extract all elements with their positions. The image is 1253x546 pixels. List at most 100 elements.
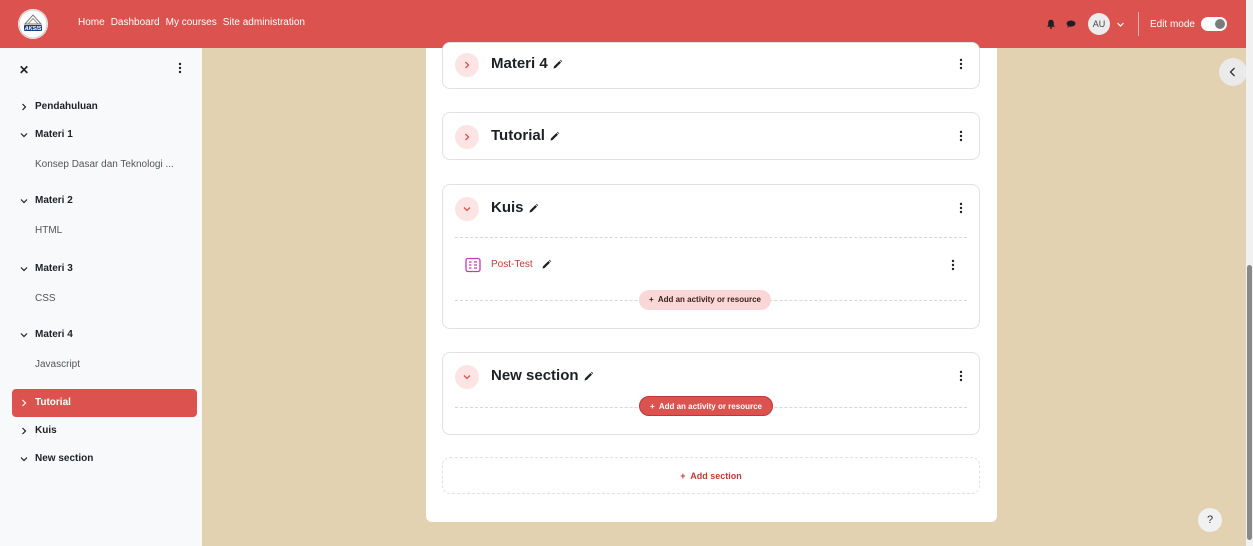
section-kebab-icon[interactable] [959, 58, 963, 70]
sidebar-item-label: Materi 2 [35, 195, 73, 206]
sidebar-item-konsep-dasar[interactable]: Konsep Dasar dan Teknologi ... [12, 152, 197, 178]
sidebar-item-label: Javascript [35, 359, 81, 370]
chevron-down-icon [20, 457, 28, 462]
sidebar-item-label: Materi 4 [35, 329, 73, 340]
sidebar-item-label: HTML [35, 225, 63, 236]
plus-icon: + [650, 402, 655, 411]
edit-pencil-icon[interactable] [541, 259, 552, 270]
sidebar-item-materi-1[interactable]: Materi 1 [12, 122, 197, 148]
sidebar-item-html[interactable]: HTML [12, 218, 197, 244]
nav-dashboard-link[interactable]: Dashboard [111, 17, 160, 28]
section-kebab-icon[interactable] [959, 202, 963, 214]
chevron-down-icon [20, 133, 28, 138]
section-header: Kuis [455, 197, 967, 221]
activity-kebab-icon[interactable] [951, 259, 955, 271]
page-scrollbar[interactable] [1246, 0, 1253, 546]
user-avatar[interactable]: AU [1087, 13, 1110, 35]
add-section-label: Add section [690, 471, 742, 481]
sidebar-item-new-section[interactable]: New section [12, 446, 197, 472]
nav-my-courses-link[interactable]: My courses [166, 17, 217, 28]
sidebar-item-pendahuluan[interactable]: Pendahuluan [12, 94, 197, 120]
section-card-new-section: New section + Add an activity or resourc… [442, 352, 980, 435]
drawer-options-kebab-icon[interactable] [178, 62, 182, 74]
edit-pencil-icon[interactable] [528, 203, 539, 214]
section-title[interactable]: Kuis [491, 199, 539, 216]
sidebar-item-label: Materi 1 [35, 129, 73, 140]
messages-chat-icon[interactable] [1066, 20, 1076, 28]
section-card-tutorial: Tutorial [442, 112, 980, 160]
section-collapse-toggle[interactable] [455, 125, 479, 149]
toggle-knob [1215, 19, 1225, 29]
top-navbar: AKSIS Home Dashboard My courses Site adm… [0, 0, 1253, 48]
plus-icon: + [649, 295, 654, 304]
notifications-bell-icon[interactable] [1046, 19, 1056, 29]
nav-home-link[interactable]: Home [78, 17, 105, 28]
help-button[interactable]: ? [1198, 508, 1222, 532]
section-kebab-icon[interactable] [959, 130, 963, 142]
plus-icon: + [680, 471, 686, 481]
chevron-right-icon [465, 133, 470, 141]
section-collapse-toggle[interactable] [455, 197, 479, 221]
chevron-left-icon [1229, 67, 1235, 77]
section-title[interactable]: Tutorial [491, 127, 560, 144]
edit-mode-label: Edit mode [1149, 18, 1195, 30]
chevron-down-icon[interactable] [1116, 20, 1125, 29]
navbar-divider [1137, 12, 1139, 36]
open-block-drawer-button[interactable] [1219, 58, 1247, 86]
chevron-down-icon [20, 199, 28, 204]
edit-pencil-icon[interactable] [552, 59, 563, 70]
sidebar-item-label: Konsep Dasar dan Teknologi ... [35, 159, 174, 170]
section-header: Materi 4 [455, 53, 967, 77]
chevron-right-icon [22, 399, 27, 407]
section-title-text: New section [491, 367, 579, 384]
nav-site-administration-link[interactable]: Site administration [223, 17, 305, 28]
user-controls: AU Edit mode [1046, 12, 1227, 36]
add-activity-button[interactable]: + Add an activity or resource [639, 396, 773, 416]
section-title-text: Tutorial [491, 127, 545, 144]
sidebar-item-materi-4[interactable]: Materi 4 [12, 322, 197, 348]
section-title-text: Materi 4 [491, 55, 548, 72]
activity-name-link[interactable]: Post-Test [491, 259, 533, 270]
scrollbar-thumb[interactable] [1247, 265, 1252, 540]
chevron-down-icon [463, 375, 471, 380]
site-logo[interactable]: AKSIS [18, 9, 48, 39]
section-kebab-icon[interactable] [959, 370, 963, 382]
section-card-materi-4: Materi 4 [442, 42, 980, 89]
section-title[interactable]: Materi 4 [491, 55, 563, 72]
section-header: Tutorial [455, 125, 967, 149]
course-index-drawer: ✕ Pendahuluan Materi 1 Konsep Dasar dan … [0, 48, 202, 546]
chevron-down-icon [20, 267, 28, 272]
section-title-text: Kuis [491, 199, 524, 216]
sidebar-item-kuis[interactable]: Kuis [12, 418, 197, 444]
add-activity-label: Add an activity or resource [657, 295, 761, 304]
sidebar-item-label: New section [35, 453, 94, 464]
chevron-right-icon [465, 61, 470, 69]
close-drawer-icon[interactable]: ✕ [19, 63, 29, 77]
section-header: New section [455, 365, 967, 389]
add-activity-label: Add an activity or resource [658, 402, 762, 411]
edit-mode-toggle[interactable] [1201, 17, 1227, 31]
sidebar-item-materi-3[interactable]: Materi 3 [12, 256, 197, 282]
chevron-down-icon [463, 207, 471, 212]
logo-text: AKSIS [24, 26, 42, 32]
course-content: Materi 4 Tutorial Kuis Post-Test + Add a… [426, 42, 997, 522]
sidebar-item-javascript[interactable]: Javascript [12, 352, 197, 378]
add-section-button[interactable]: + Add section [442, 457, 980, 494]
edit-pencil-icon[interactable] [549, 131, 560, 142]
sidebar-item-tutorial[interactable]: Tutorial [12, 389, 197, 417]
sidebar-item-css[interactable]: CSS [12, 286, 197, 312]
edit-pencil-icon[interactable] [583, 371, 594, 382]
section-title[interactable]: New section [491, 367, 594, 384]
sidebar-item-label: CSS [35, 293, 56, 304]
section-collapse-toggle[interactable] [455, 365, 479, 389]
chevron-down-icon [20, 333, 28, 338]
sidebar-item-materi-2[interactable]: Materi 2 [12, 188, 197, 214]
sidebar-item-label: Pendahuluan [35, 101, 98, 112]
chevron-right-icon [22, 103, 27, 111]
activity-post-test[interactable]: Post-Test [455, 255, 967, 275]
sidebar-item-label: Kuis [35, 425, 57, 436]
section-card-kuis: Kuis Post-Test + Add an activity or reso… [442, 184, 980, 329]
section-collapse-toggle[interactable] [455, 53, 479, 77]
add-activity-button[interactable]: + Add an activity or resource [639, 290, 771, 310]
sidebar-item-label: Tutorial [35, 397, 71, 408]
